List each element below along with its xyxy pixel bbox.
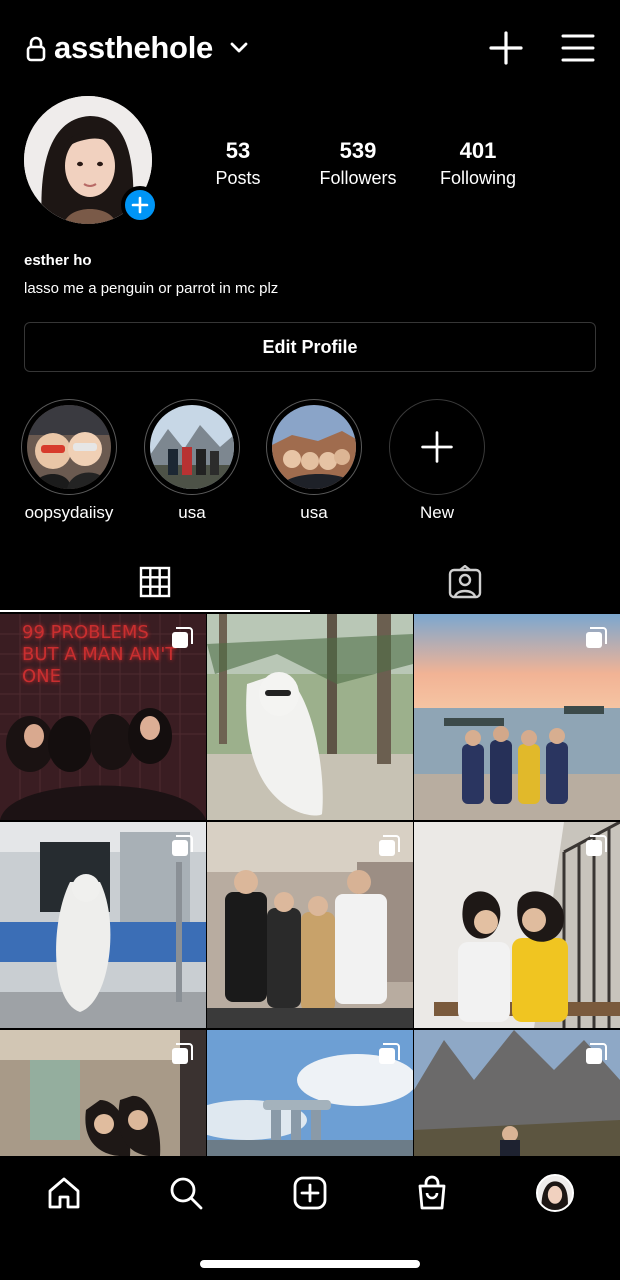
shop-icon [418,1175,446,1210]
plus-icon [131,196,149,214]
posts-stat[interactable]: 53 Posts [178,138,298,189]
full-name: esther ho [24,252,92,269]
profile-header: assthehole [0,0,620,96]
hamburger-menu-icon[interactable] [560,33,596,63]
home-indicator [200,1260,420,1268]
bottom-navigation [0,1156,620,1280]
post-thumbnail[interactable] [0,822,206,1028]
highlight-cover [395,405,479,489]
nav-profile[interactable] [535,1173,575,1213]
lock-icon [26,36,46,62]
multi-image-icon [172,627,193,648]
post-thumbnail[interactable] [207,1030,413,1156]
followers-label: Followers [319,168,397,188]
posts-count: 53 [225,138,251,163]
highlight-label: usa [178,503,206,522]
post-thumbnail[interactable] [0,1030,206,1156]
post-thumbnail[interactable] [207,614,413,820]
multi-image-icon [172,835,193,856]
highlight-ring [389,399,485,495]
profile-avatar-container[interactable] [24,96,159,226]
highlight-ring [266,399,362,495]
nav-new-post[interactable] [290,1173,330,1213]
nav-search[interactable] [166,1173,206,1213]
tagged-icon [448,565,482,599]
nav-home[interactable] [44,1173,84,1213]
highlight-cover [272,405,356,489]
grid-icon [139,566,171,598]
tab-tagged[interactable] [310,552,620,612]
highlight-cover [27,405,111,489]
post-thumbnail[interactable] [414,822,620,1028]
post-thumbnail[interactable]: 99 PROBLEMS BUT A MAN AIN'T ONE [0,614,206,820]
add-story-button[interactable] [121,186,159,224]
plus-icon [421,431,453,463]
new-highlight-button[interactable]: New [382,399,492,523]
new-post-icon [293,1176,327,1210]
search-icon [170,1177,203,1210]
highlight-item[interactable]: usa [137,399,247,523]
post-thumbnail[interactable] [207,822,413,1028]
highlight-item[interactable]: oopsydaiisy [14,399,124,523]
posts-label: Posts [215,168,261,188]
edit-profile-button[interactable]: Edit Profile [24,322,596,372]
multi-image-icon [379,1043,400,1064]
bio-text: lasso me a penguin or parrot in mc plz [24,280,279,297]
chevron-down-icon[interactable] [229,38,249,58]
profile-avatar [536,1174,574,1212]
multi-image-icon [586,627,607,648]
following-label: Following [439,168,517,188]
highlight-ring [144,399,240,495]
highlight-cover [150,405,234,489]
following-stat[interactable]: 401 Following [418,138,538,189]
nav-shop[interactable] [412,1173,452,1213]
followers-stat[interactable]: 539 Followers [298,138,418,189]
username[interactable]: assthehole [54,30,213,66]
post-thumbnail[interactable] [414,614,620,820]
active-tab-indicator [0,610,310,612]
highlight-ring [21,399,117,495]
following-count: 401 [459,138,497,163]
home-icon [48,1177,80,1209]
followers-count: 539 [339,138,377,163]
multi-image-icon [586,835,607,856]
multi-image-icon [172,1043,193,1064]
highlight-label: New [419,503,454,522]
highlight-label: oopsydaiisy [24,503,114,522]
multi-image-icon [379,835,400,856]
plus-icon[interactable] [488,30,524,66]
highlight-item[interactable]: usa [259,399,369,523]
tab-posts-grid[interactable] [0,552,310,612]
post-thumbnail[interactable] [414,1030,620,1156]
multi-image-icon [586,1043,607,1064]
highlight-label: usa [300,503,328,522]
